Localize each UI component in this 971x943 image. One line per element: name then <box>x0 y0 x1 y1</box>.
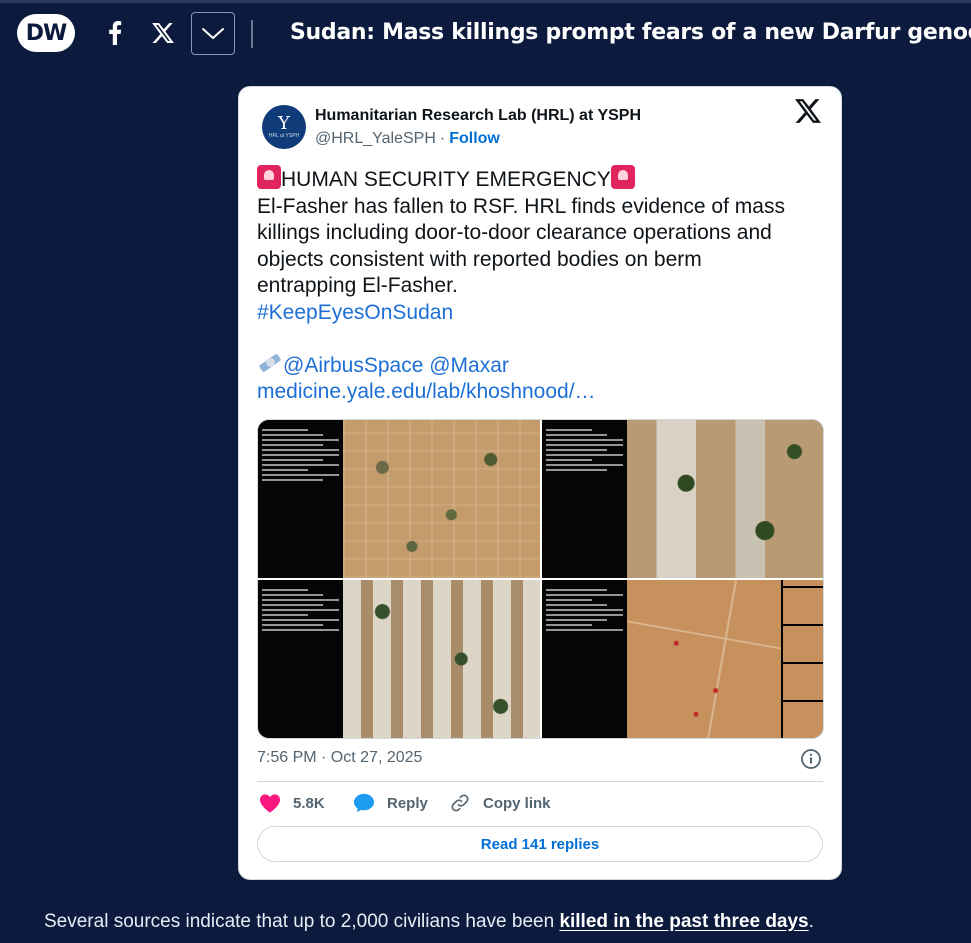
tweet-text-line: El-Fasher has fallen to RSF. HRL finds e… <box>257 194 785 218</box>
tweet-text-line: entrapping El-Fasher. <box>257 274 458 297</box>
article-paragraph: Several sources indicate that up to 2,00… <box>44 911 814 933</box>
image-inset-strip <box>780 580 823 738</box>
x-logo-icon[interactable] <box>795 99 823 127</box>
rotating-light-icon <box>257 165 281 189</box>
satellite-image-4[interactable] <box>542 580 823 738</box>
satellite-photo <box>342 420 540 578</box>
link-icon <box>451 794 469 812</box>
tweet-heading-line: HUMAN SECURITY EMERGENCY <box>257 165 827 194</box>
tweet-text: HUMAN SECURITY EMERGENCY El-Fasher has f… <box>257 165 827 406</box>
hashtag-link[interactable]: #KeepEyesOnSudan <box>257 300 827 327</box>
share-more-button[interactable] <box>191 12 235 55</box>
account-handle-row: @HRL_YaleSPH · Follow <box>315 130 500 148</box>
tweet-text-line: killings including door-to-door clearanc… <box>257 221 772 244</box>
image-caption-panel <box>258 580 343 738</box>
info-icon[interactable] <box>800 748 822 770</box>
tweet-timestamp[interactable]: 7:56 PM · Oct 27, 2025 <box>257 749 422 767</box>
chevron-down-icon <box>202 27 224 39</box>
dw-logo[interactable]: DW <box>17 14 75 52</box>
avatar-caption: HRL at YSPH <box>268 132 300 139</box>
mention-links[interactable]: @AirbusSpace @Maxar <box>283 354 509 377</box>
like-count: 5.8K <box>293 794 325 812</box>
image-caption-panel <box>258 420 343 578</box>
tweet-text-line: objects consistent with reported bodies … <box>257 247 702 271</box>
external-link[interactable]: medicine.yale.edu/lab/khoshnood/… <box>257 379 827 406</box>
article-text-after: . <box>808 911 814 932</box>
satellite-image-2[interactable] <box>542 420 823 578</box>
image-caption-panel <box>542 580 627 738</box>
satellite-image-3[interactable] <box>258 580 540 738</box>
reply-label: Reply <box>387 794 428 812</box>
reply-button[interactable]: Reply <box>353 793 428 813</box>
top-border-line <box>0 0 971 3</box>
satellite-icon <box>257 353 283 375</box>
avatar-letter: Y <box>278 112 290 134</box>
account-name[interactable]: Humanitarian Research Lab (HRL) at YSPH <box>315 107 641 125</box>
handle-separator: · <box>439 130 446 147</box>
account-handle[interactable]: @HRL_YaleSPH <box>315 130 436 147</box>
read-replies-button[interactable]: Read 141 replies <box>257 826 823 862</box>
header-divider <box>251 20 253 48</box>
satellite-photo <box>342 580 540 738</box>
x-share-icon[interactable] <box>151 20 175 46</box>
article-header: DW Sudan: Mass killings prompt fears of … <box>0 8 971 60</box>
rotating-light-icon <box>610 165 635 189</box>
satellite-photo <box>626 420 823 578</box>
image-caption-panel <box>542 420 627 578</box>
satellite-image-1[interactable] <box>258 420 540 578</box>
copy-link-label: Copy link <box>483 794 551 812</box>
follow-link[interactable]: Follow <box>449 130 500 147</box>
article-headline: Sudan: Mass killings prompt fears of a n… <box>290 20 971 45</box>
facebook-share-icon[interactable] <box>104 20 126 46</box>
tweet-divider <box>257 781 823 782</box>
satellite-photo <box>626 580 823 738</box>
tweet-media-grid[interactable] <box>257 419 824 739</box>
reply-bubble-icon <box>354 793 374 813</box>
tweet-heading: HUMAN SECURITY EMERGENCY <box>281 168 611 191</box>
article-inline-link[interactable]: killed in the past three days <box>559 911 808 932</box>
embedded-tweet: Y HRL at YSPH Humanitarian Research Lab … <box>238 86 842 880</box>
like-button[interactable]: 5.8K <box>259 793 325 813</box>
account-avatar[interactable]: Y HRL at YSPH <box>262 105 306 149</box>
mentions-line: @AirbusSpace @Maxar <box>257 353 827 380</box>
copy-link-button[interactable]: Copy link <box>449 793 551 813</box>
article-text-before: Several sources indicate that up to 2,00… <box>44 911 560 932</box>
heart-icon <box>260 794 280 813</box>
